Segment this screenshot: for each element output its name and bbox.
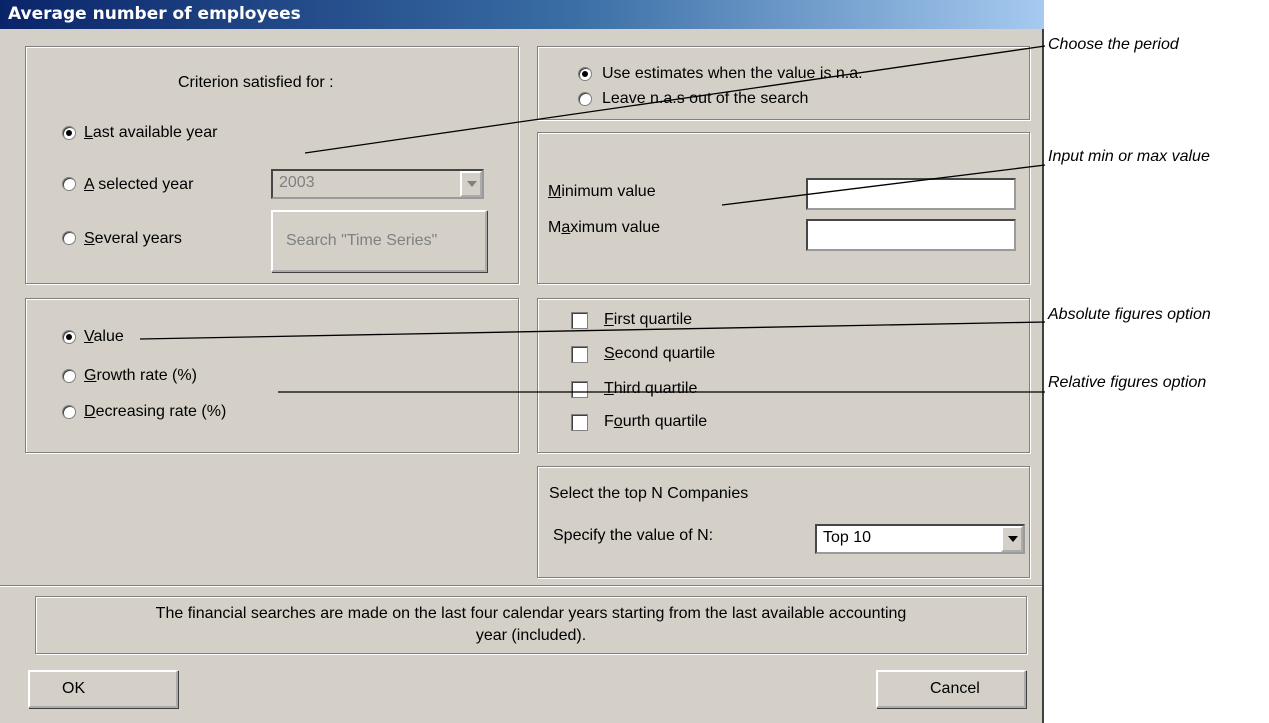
year-select[interactable]: 2003 [271,169,484,199]
radio-label[interactable]: Value [84,327,124,347]
search-time-series-button[interactable]: Search "Time Series" [271,210,487,272]
radio-button[interactable] [578,92,592,106]
separator [0,585,1042,587]
annotation-relative: Relative figures option [1048,374,1207,391]
radio-label[interactable]: Last available year [84,123,217,143]
year-dropdown-button[interactable] [460,171,482,197]
ok-button[interactable]: OK [28,670,178,708]
radio-label[interactable]: Growth rate (%) [84,366,197,386]
radio-button[interactable] [62,177,76,191]
chevron-down-icon [467,181,477,187]
checkbox-label[interactable]: Second quartile [604,344,715,364]
top-n-dropdown-button[interactable] [1001,526,1023,552]
radio-label[interactable]: Use estimates when the value is n.a. [602,64,863,84]
annotation-absolute: Absolute figures option [1048,306,1211,323]
checkbox[interactable] [571,414,588,431]
radio-button[interactable] [62,231,76,245]
minimum-value-input[interactable] [806,178,1016,210]
annotation-min-max: Input min or max value [1048,148,1210,165]
top-n-select[interactable]: Top 10 [815,524,1025,554]
top-n-label: Specify the value of N: [553,527,714,544]
year-value: 2003 [279,174,315,191]
radio-label[interactable]: A selected year [84,175,193,195]
radio-button[interactable] [62,369,76,383]
checkbox[interactable] [571,312,588,329]
top-n-value: Top 10 [823,529,872,546]
criterion-header: Criterion satisfied for : [178,74,334,91]
radio-label[interactable]: Leave n.a.s out of the search [602,89,808,109]
info-line-2: year (included). [475,627,587,644]
top-n-group [537,466,1030,578]
maximum-value-input[interactable] [806,219,1016,251]
checkbox-label[interactable]: Fourth quartile [604,412,707,432]
radio-button[interactable] [62,330,76,344]
maximum-value-label: Maximum value [548,219,661,236]
radio-button[interactable] [62,405,76,419]
annotation-choose-period: Choose the period [1048,36,1179,53]
info-line-1: The financial searches are made on the l… [155,605,907,622]
checkbox-label[interactable]: Third quartile [604,379,697,399]
dialog-title: Average number of employees [0,0,1044,29]
radio-label[interactable]: Decreasing rate (%) [84,402,226,422]
cancel-button[interactable]: Cancel [876,670,1026,708]
checkbox-label[interactable]: First quartile [604,310,692,330]
checkbox[interactable] [571,381,588,398]
radio-label[interactable]: Several years [84,229,182,249]
dialog-window: Average number of employees Criterion sa… [0,0,1044,723]
top-n-header: Select the top N Companies [549,485,749,502]
minimum-value-label: Minimum value [548,183,656,200]
radio-button[interactable] [578,67,592,81]
checkbox[interactable] [571,346,588,363]
radio-button[interactable] [62,126,76,140]
chevron-down-icon [1008,536,1018,542]
